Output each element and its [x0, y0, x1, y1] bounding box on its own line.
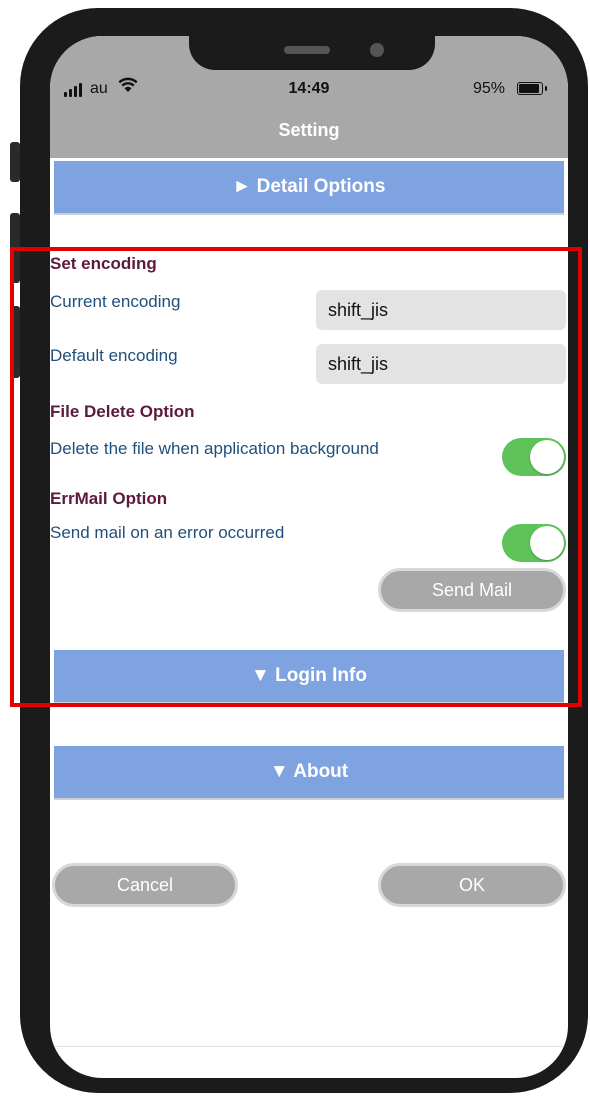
- bottom-divider: [54, 1046, 564, 1047]
- toggle-knob: [530, 440, 564, 474]
- about-bar[interactable]: ▼ About: [54, 746, 564, 800]
- volume-down-button: [10, 306, 20, 378]
- send-mail-button[interactable]: Send Mail: [378, 568, 566, 612]
- current-encoding-label: Current encoding: [50, 292, 181, 311]
- mute-switch: [10, 142, 20, 182]
- set-encoding-heading: Set encoding: [50, 254, 157, 273]
- current-encoding-field[interactable]: shift_jis: [316, 290, 566, 330]
- detail-options-bar[interactable]: ► Detail Options: [54, 161, 564, 215]
- speaker-grille: [284, 46, 330, 54]
- volume-up-button: [10, 213, 20, 283]
- file-delete-label: Delete the file when application backgro…: [50, 439, 379, 458]
- battery-percent: 95%: [473, 80, 506, 97]
- phone-notch: [189, 36, 435, 70]
- login-info-bar[interactable]: ▼ Login Info: [54, 650, 564, 704]
- cancel-button[interactable]: Cancel: [52, 863, 238, 907]
- front-camera: [370, 43, 384, 57]
- app-screen: au 14:49 95% Setting ► Detail Options Se…: [50, 36, 568, 1078]
- errmail-heading: ErrMail Option: [50, 489, 168, 508]
- errmail-toggle[interactable]: [502, 524, 566, 562]
- errmail-label: Send mail on an error occurred: [50, 523, 285, 542]
- default-encoding-field[interactable]: shift_jis: [316, 344, 566, 384]
- file-delete-toggle[interactable]: [502, 438, 566, 476]
- battery-icon: [517, 82, 547, 95]
- file-delete-heading: File Delete Option: [50, 402, 195, 421]
- default-encoding-label: Default encoding: [50, 346, 178, 365]
- ok-button[interactable]: OK: [378, 863, 566, 907]
- toggle-knob: [530, 526, 564, 560]
- page-title: Setting: [278, 120, 340, 140]
